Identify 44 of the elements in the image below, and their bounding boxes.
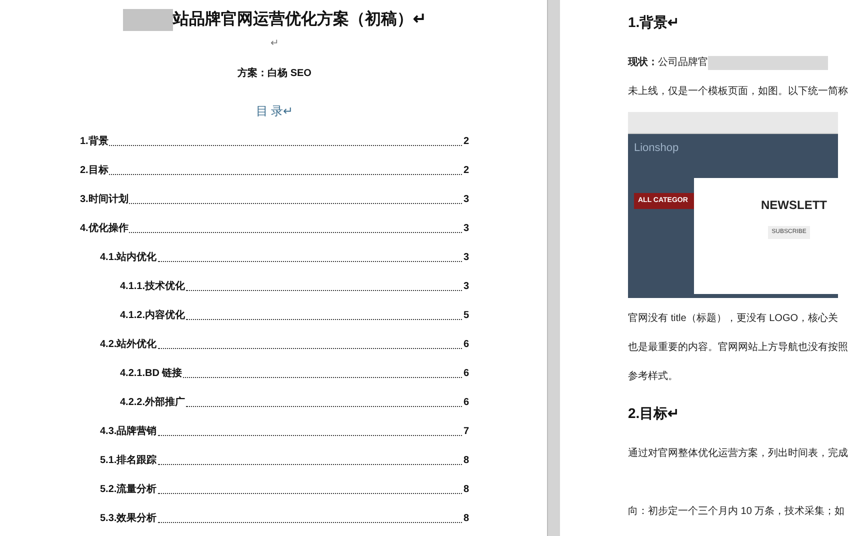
toc-entry[interactable]: 3.时间计划	[80, 192, 128, 207]
section-heading: 2.目标↵	[628, 404, 680, 423]
toc-entry[interactable]: 1.背景	[80, 134, 108, 149]
redaction-block	[123, 9, 173, 31]
toc-entry[interactable]: 4.2.站外优化	[100, 337, 157, 352]
body-text: 官网没有 title（标题），更没有 LOGO，核心关	[628, 312, 838, 326]
toc-heading: 目 录↵	[256, 103, 294, 120]
body-text: 通过对官网整体优化运营方案，列出时间表，完成	[628, 446, 848, 461]
toc-entry[interactable]: 5.2.流量分析	[100, 482, 157, 497]
toc-entry[interactable]: 4.1.1.技术优化	[120, 279, 186, 294]
toc-entry[interactable]: 4.1.2.内容优化	[120, 308, 186, 323]
toc-entry[interactable]: 2.目标	[80, 163, 108, 178]
section-heading: 1.背景↵	[628, 13, 680, 32]
toc-page-number: 6	[463, 396, 469, 410]
toc-entry[interactable]: 4.优化操作	[80, 221, 128, 236]
author-line: 方案：白杨 SEO	[238, 66, 312, 81]
toc-page-number: 8	[463, 483, 469, 497]
toc-entry[interactable]: 4.2.2.外部推广	[120, 395, 186, 410]
toc-page-number: 6	[463, 367, 469, 381]
toc-entry[interactable]: 5.3.效果分析	[100, 511, 157, 526]
toc-page-number: 7	[463, 425, 469, 439]
toc-page-number: 6	[463, 338, 469, 352]
toc-page-number: 2	[463, 164, 469, 178]
body-text: 也是最重要的内容。官网网站上方导航也没有按照	[628, 340, 848, 355]
toc-page-number: 8	[463, 512, 469, 526]
toc-entry[interactable]: 4.3.品牌营销	[100, 424, 157, 439]
paragraph-mark: ↵	[270, 37, 278, 51]
body-text: 参考样式。	[628, 370, 678, 384]
body-text: 向：初步定一个三个月内 10 万条，技术采集；如	[628, 504, 845, 519]
body-text: 现状：公司品牌官	[628, 56, 708, 70]
toc-page-number: 8	[463, 454, 469, 468]
screenshot-logo: Lionshop	[634, 141, 680, 156]
toc-entry[interactable]: 5.1.排名跟踪	[100, 453, 157, 468]
toc-page-number: 3	[463, 280, 469, 294]
toc-entry[interactable]: 4.2.1.BD 链接	[120, 366, 182, 381]
toc-page-number: 2	[463, 135, 469, 149]
toc-page-number: 3	[463, 193, 469, 207]
toc-page-number: 3	[463, 222, 469, 236]
body-text: 未上线，仅是一个模板页面，如图。以下统一简称	[628, 84, 848, 99]
toc-page-number: 3	[463, 251, 469, 265]
document-title: 站品牌官网运营优化方案（初稿）↵	[173, 9, 426, 30]
toc-page-number: 5	[463, 309, 469, 323]
modal-title: NEWSLETT	[760, 197, 827, 214]
toc-entry[interactable]: 4.1.站内优化	[100, 250, 157, 265]
